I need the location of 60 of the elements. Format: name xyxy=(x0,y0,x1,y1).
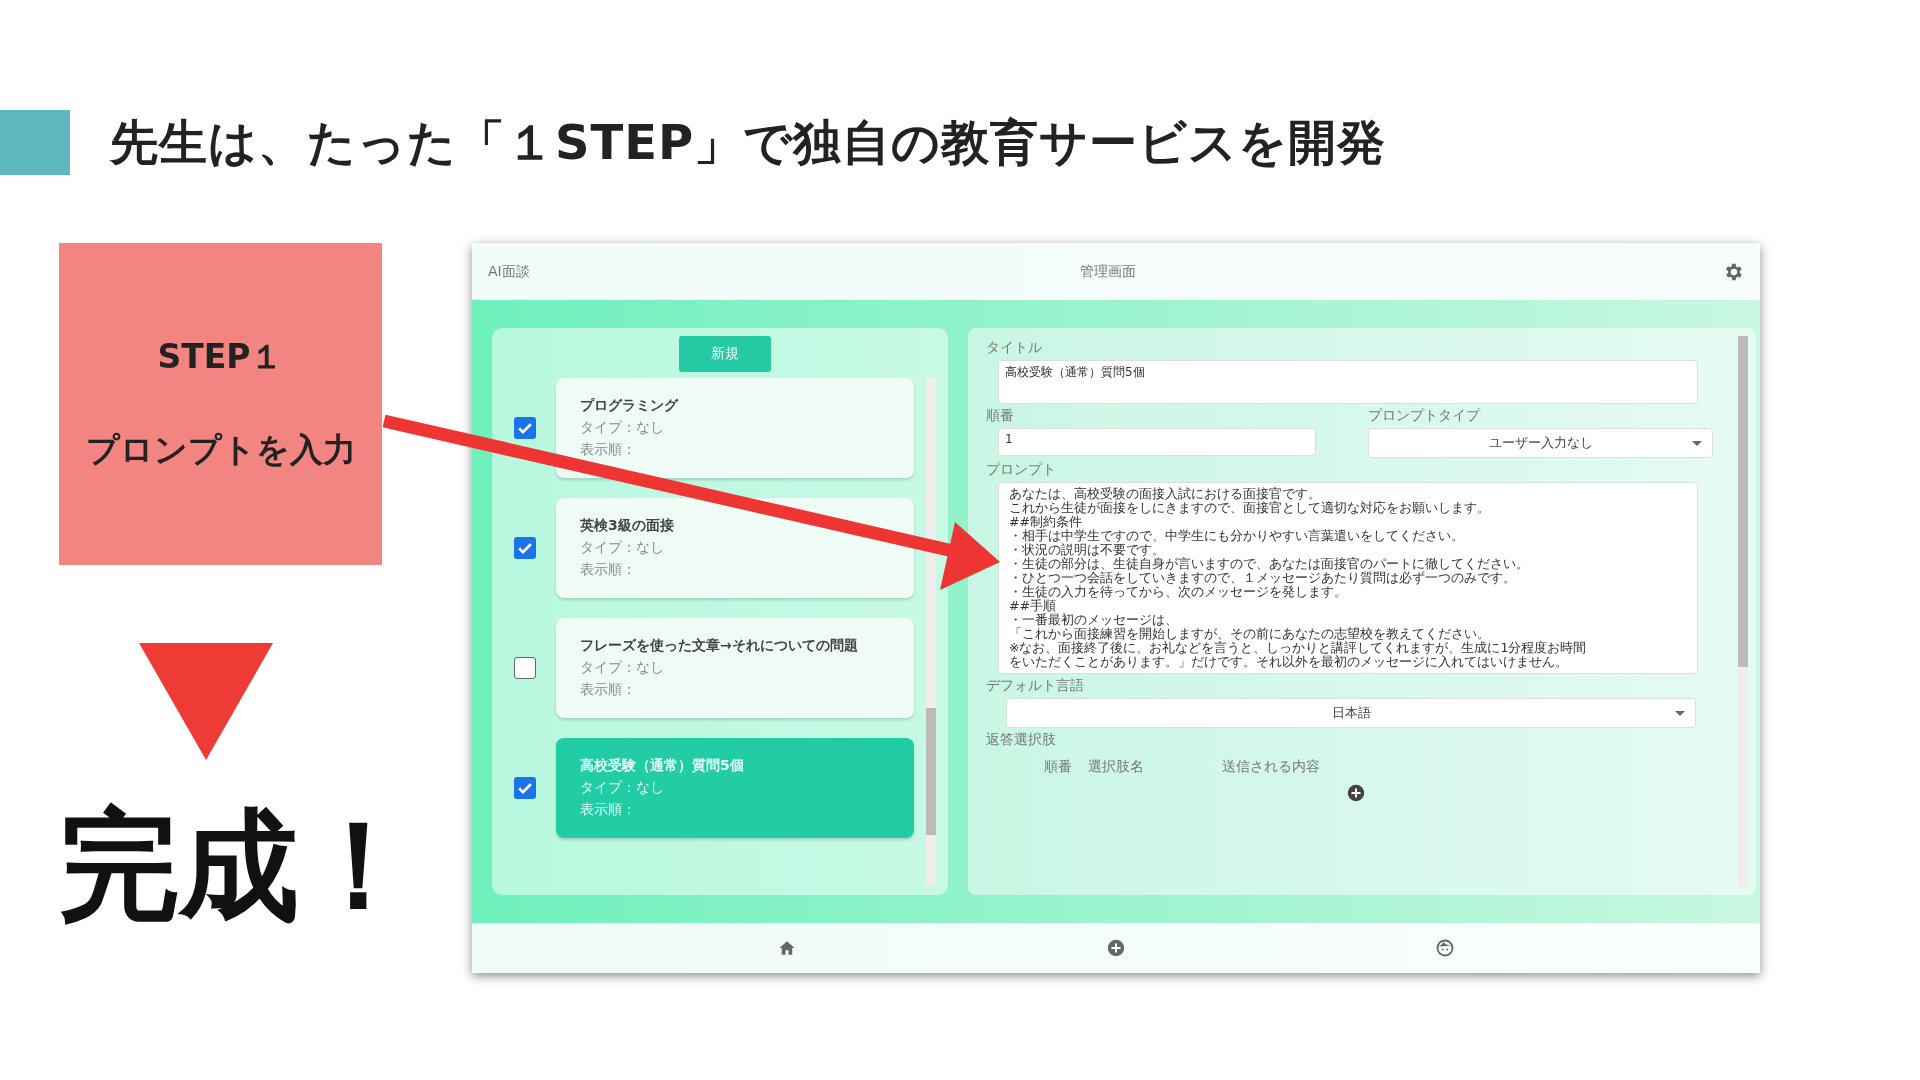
add-icon[interactable] xyxy=(1347,784,1365,802)
prompt-line: ※なお、面接終了後に、お礼などを言うと、しっかりと講評してくれますが、生成に1分程度お時間 xyxy=(1009,641,1587,655)
result-text: 完成！ xyxy=(59,800,420,932)
prompt-line: ##制約条件 xyxy=(1009,515,1082,529)
step-text: プロンプトを入力 xyxy=(85,429,356,471)
accent-square xyxy=(0,110,70,175)
card-title: 英検3級の面接 xyxy=(580,517,675,535)
checkbox[interactable] xyxy=(514,417,536,439)
field-label: 順番 xyxy=(986,407,1014,425)
prompt-field[interactable] xyxy=(998,482,1698,674)
prompt-line: あなたは、高校受験の面接入試における面接官です。 xyxy=(1009,487,1321,501)
language-select[interactable]: 日本語 xyxy=(1006,698,1696,728)
card-order: 表示順： xyxy=(580,561,637,579)
title-field[interactable]: 高校受験（通常）質問5個 xyxy=(998,360,1698,404)
card-type: タイプ：なし xyxy=(580,539,665,557)
field-label: デフォルト言語 xyxy=(986,677,1084,695)
app-name: AI面談 xyxy=(488,262,530,281)
field-label: 返答選択肢 xyxy=(986,731,1056,749)
down-triangle-icon xyxy=(139,643,273,760)
prompt-line: ・相手は中学生ですので、中学生にも分かりやすい言葉遣いをしてください。 xyxy=(1009,529,1464,543)
card-order: 表示順： xyxy=(580,801,637,819)
add-icon[interactable] xyxy=(1107,939,1125,957)
prompt-card[interactable]: フレーズを使った文章→それについての問題 タイプ：なし 表示順： xyxy=(556,618,914,718)
field-label: タイトル xyxy=(986,339,1042,357)
prompt-line: をいただくことがあります。」だけです。それ以外を最初のメッセージに入れてはいけません。 xyxy=(1009,655,1568,669)
scrollbar[interactable] xyxy=(926,378,936,885)
prompt-line: ・生徒の入力を待ってから、次のメッセージを発します。 xyxy=(1009,585,1347,599)
order-field[interactable]: 1 xyxy=(998,428,1316,456)
page-title: 管理画面 xyxy=(1079,262,1137,281)
column-header: 選択肢名 xyxy=(1088,758,1144,776)
card-type: タイプ：なし xyxy=(580,779,665,797)
card-order: 表示順： xyxy=(580,681,637,699)
face-icon[interactable] xyxy=(1436,939,1455,957)
slide-heading: 先生は、たった「１STEP」で独自の教育サービスを開発 xyxy=(110,112,1387,172)
card-type: タイプ：なし xyxy=(580,419,665,437)
prompt-line: ・一番最初のメッセージは、 xyxy=(1009,613,1178,627)
prompt-line: ・ひとつ一つ会話をしていきますので、１メッセージあたり質問は必ず一つのみです。 xyxy=(1009,571,1516,585)
prompt-line: ・生徒の部分は、生徒自身が言いますので、あなたは面接官のパートに徹してください。 xyxy=(1009,557,1529,571)
card-title: フレーズを使った文章→それについての問題 xyxy=(580,637,859,655)
card-title: 高校受験（通常）質問5個 xyxy=(580,757,745,775)
column-header: 送信される内容 xyxy=(1222,758,1320,776)
checkbox[interactable] xyxy=(514,777,536,799)
step-title: STEP１ xyxy=(157,336,284,378)
checkbox[interactable] xyxy=(514,657,536,679)
scrollbar[interactable] xyxy=(1738,336,1748,887)
field-label: プロンプト xyxy=(986,461,1056,479)
prompt-card[interactable]: 英検3級の面接 タイプ：なし 表示順： xyxy=(556,498,914,598)
card-type: タイプ：なし xyxy=(580,659,665,677)
card-title: プログラミング xyxy=(580,397,680,415)
field-label: プロンプトタイプ xyxy=(1368,407,1480,425)
prompt-card[interactable]: プログラミング タイプ：なし 表示順： xyxy=(556,378,914,478)
home-icon[interactable] xyxy=(777,939,796,957)
prompt-type-select[interactable]: ユーザー入力なし xyxy=(1368,428,1713,458)
checkbox[interactable] xyxy=(514,537,536,559)
prompt-line: これから生徒が面接をしにきますので、面接官として適切な対応をお願いします。 xyxy=(1009,501,1490,515)
prompt-line: ##手順 xyxy=(1009,599,1056,613)
prompt-line: 「これから面接練習を開始しますが、その前にあなたの志望校を教えてください。 xyxy=(1009,627,1490,641)
prompt-line: ・状況の説明は不要です。 xyxy=(1009,543,1165,557)
card-order: 表示順： xyxy=(580,441,637,459)
column-header: 順番 xyxy=(1044,758,1072,776)
